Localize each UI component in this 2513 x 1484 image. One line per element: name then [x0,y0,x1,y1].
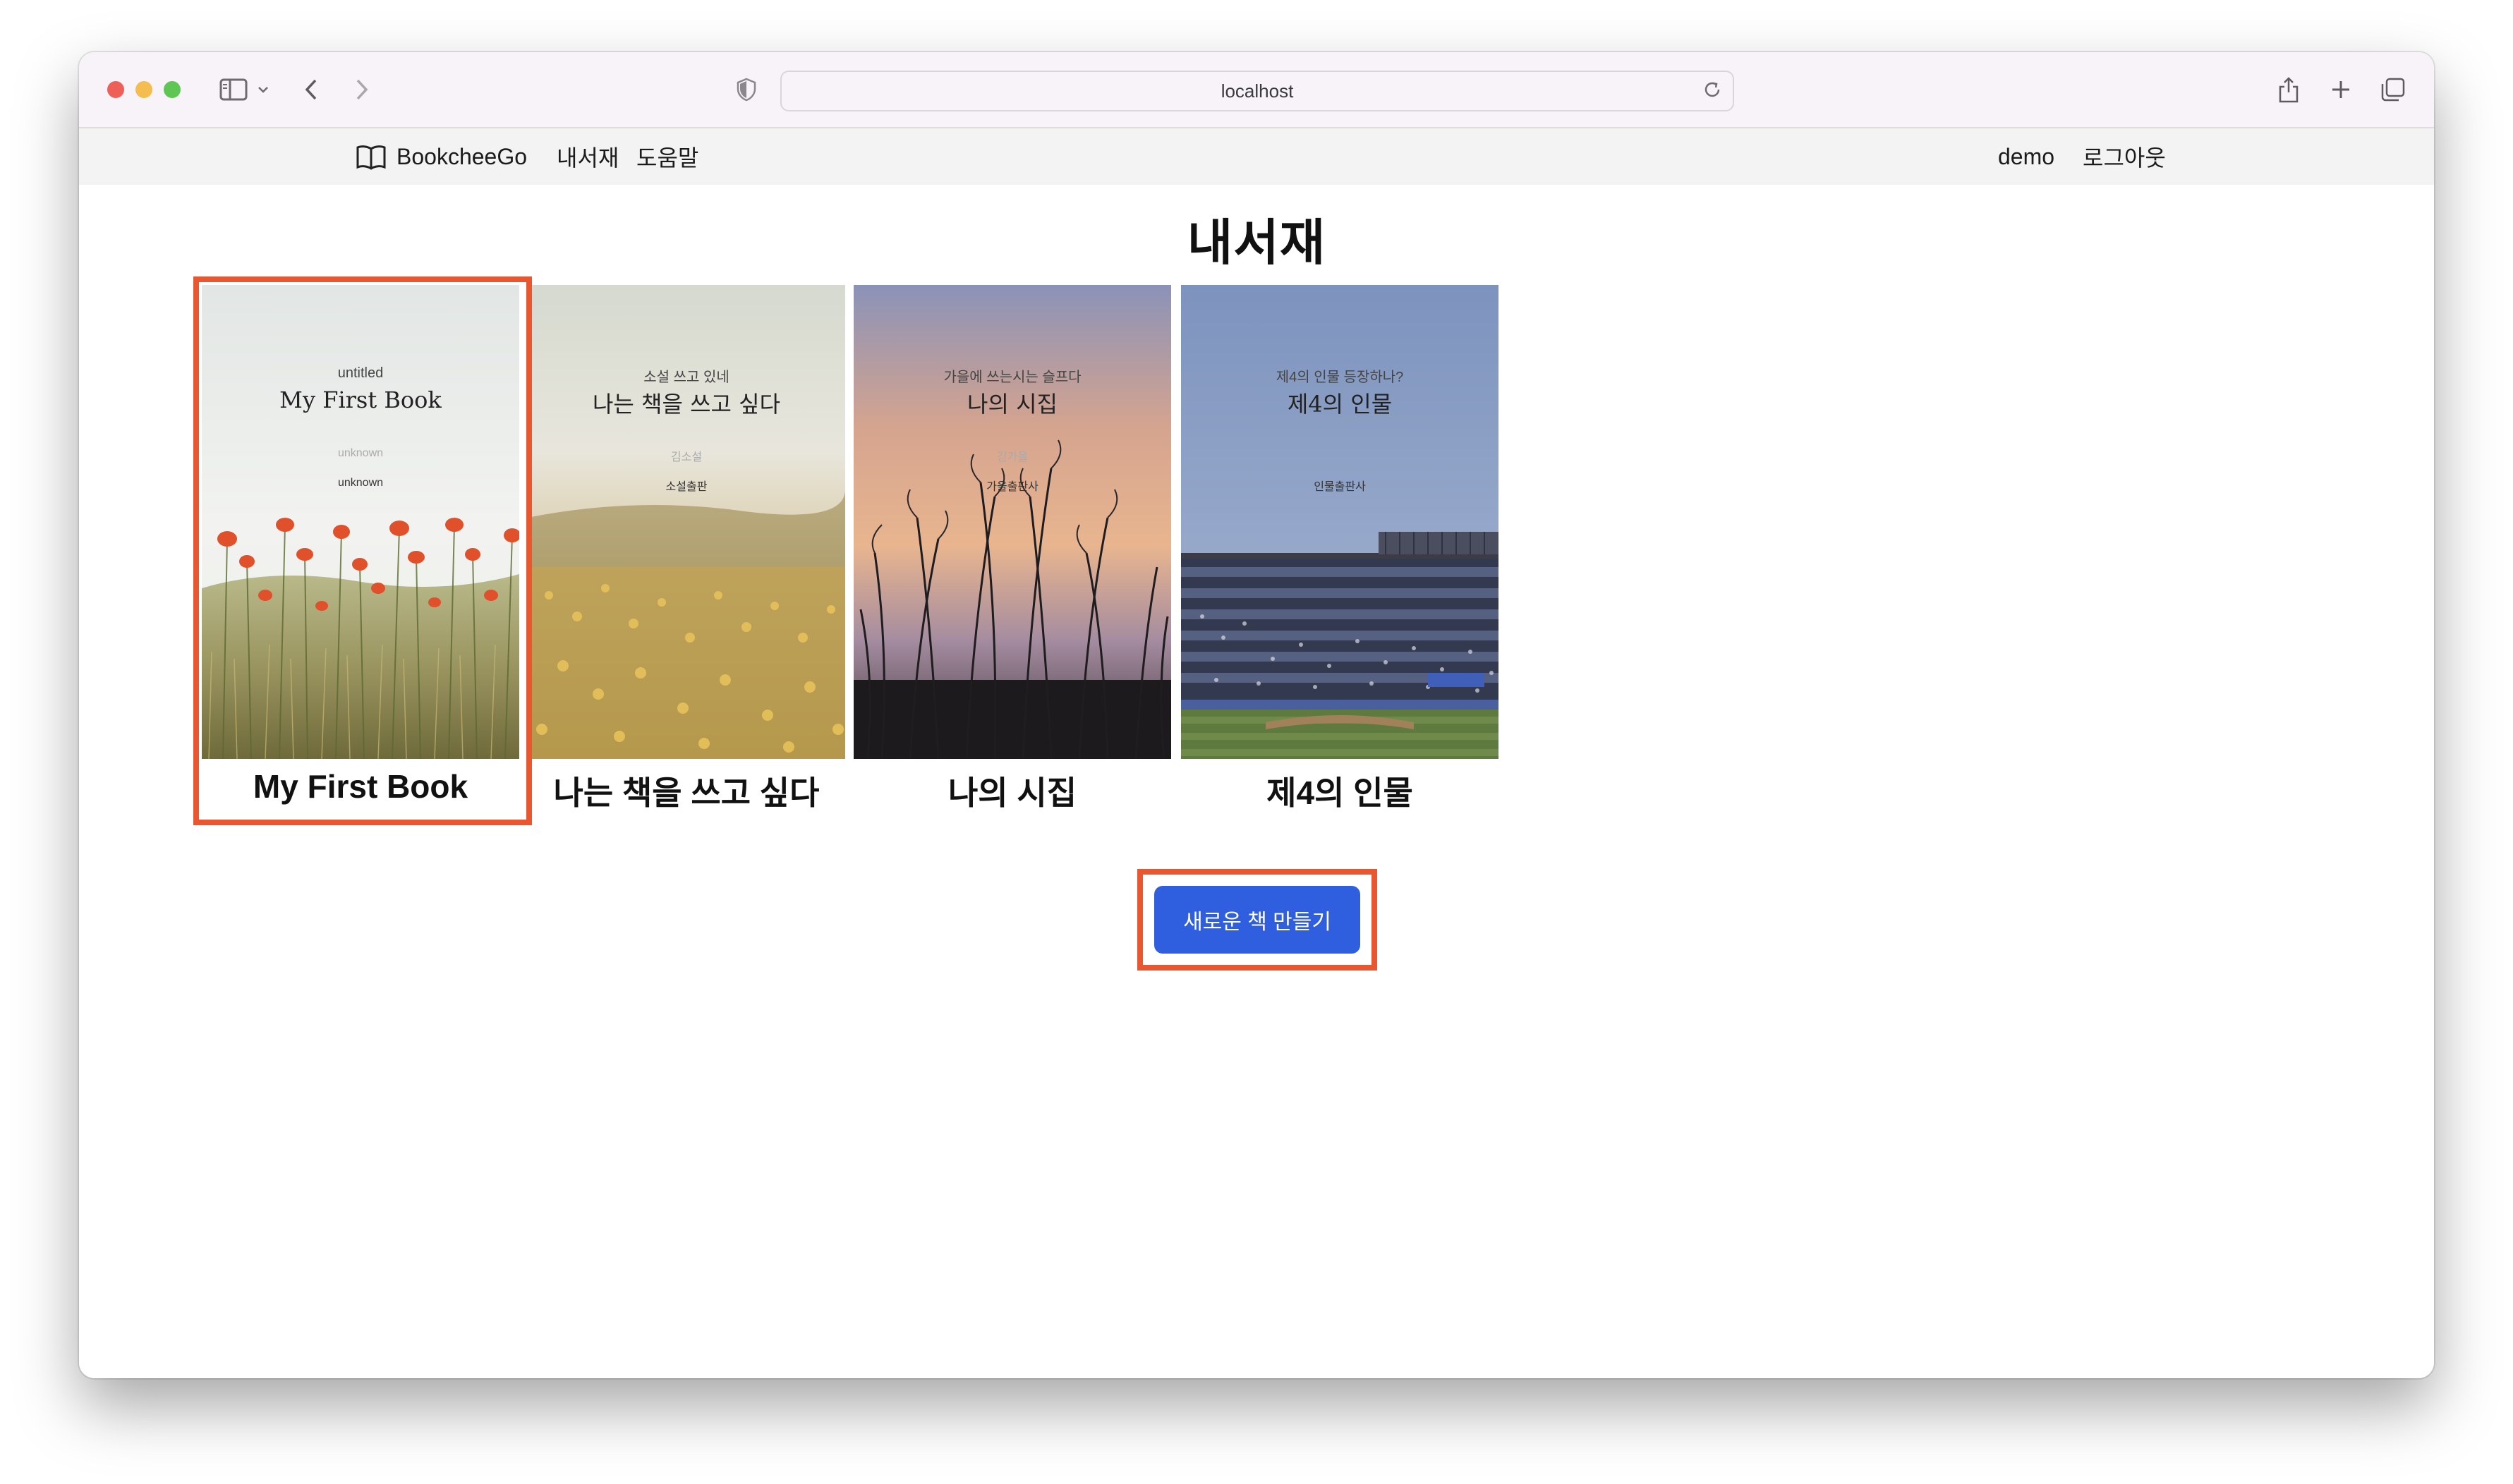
yellow-flower-field-image [528,285,845,759]
share-icon[interactable] [2275,73,2303,106]
user-name[interactable]: demo [1998,128,2054,185]
brand-link[interactable]: BookcheeGo [356,128,527,185]
new-tab-icon[interactable] [2327,73,2355,106]
site-navbar: BookcheeGo 내서재 도움말 demo 로그아웃 [79,128,2434,185]
book-title[interactable]: 나의 시집 [854,767,1171,814]
book-cover[interactable]: 소설 쓰고 있네 나는 책을 쓰고 싶다 김소설 소설출판 [528,285,845,759]
book-cover[interactable]: 가을에 쓰는시는 슬프다 나의 시집 김가을 가을출판사 [854,285,1171,759]
cover-title: 제4의 인물 [1287,391,1393,418]
book-icon [356,143,387,170]
address-bar[interactable]: localhost [780,71,1734,111]
chevron-down-icon[interactable] [255,73,271,106]
address-bar-text: localhost [1221,80,1294,102]
forward-icon[interactable] [351,73,373,106]
minimize-window-button[interactable] [135,81,152,98]
cover-title: 나의 시집 [967,391,1058,418]
cover-author: 김가을 [996,451,1029,463]
browser-toolbar: localhost [79,52,2434,128]
browser-window: localhost BookcheeGo 내서재 도움말 demo 로그아웃 내… [79,52,2434,1378]
sidebar-toggle-icon[interactable] [217,73,250,106]
cover-publisher: 가을출판사 [986,481,1038,493]
privacy-shield-icon[interactable] [734,73,759,106]
cover-publisher: 소설출판 [665,481,708,493]
reload-icon[interactable] [1702,79,1723,105]
cover-subtitle: 가을에 쓰는시는 슬프다 [943,370,1082,385]
book-cover[interactable]: 제4의 인물 등장하나? 제4의 인물 인물출판사 [1181,285,1498,759]
book-title[interactable]: 나는 책을 쓰고 싶다 [528,767,845,814]
book-title[interactable]: 제4의 인물 [1181,767,1498,814]
baseball-stadium-image [1181,285,1498,759]
book-card[interactable]: 제4의 인물 등장하나? 제4의 인물 인물출판사 제4의 인물 [1181,285,1498,811]
nav-link-library[interactable]: 내서재 [557,128,619,185]
silver-grass-sunset-image [854,285,1171,759]
nav-link-help[interactable]: 도움말 [636,128,698,185]
brand-name: BookcheeGo [396,143,528,169]
cover-subtitle: 제4의 인물 등장하나? [1276,370,1404,385]
back-icon[interactable] [301,73,322,106]
book-card[interactable]: 가을에 쓰는시는 슬프다 나의 시집 김가을 가을출판사 나의 시집 [854,285,1171,811]
book-card[interactable]: 소설 쓰고 있네 나는 책을 쓰고 싶다 김소설 소설출판 나는 책을 쓰고 싶… [528,285,845,811]
cover-author: 김소설 [670,451,703,463]
cover-publisher: 인물출판사 [1314,481,1366,493]
cover-subtitle: 소설 쓰고 있네 [643,370,729,385]
cover-title: 나는 책을 쓰고 싶다 [592,391,781,418]
selection-highlight [193,276,532,825]
tab-overview-icon[interactable] [2379,73,2407,106]
page-title: 내서재 [1187,215,1326,270]
button-highlight [1137,869,1377,971]
close-window-button[interactable] [107,81,124,98]
logout-link[interactable]: 로그아웃 [2083,128,2166,185]
zoom-window-button[interactable] [164,81,181,98]
main-content: 내서재 untitled My First Book unknown unkno… [79,185,2434,1378]
